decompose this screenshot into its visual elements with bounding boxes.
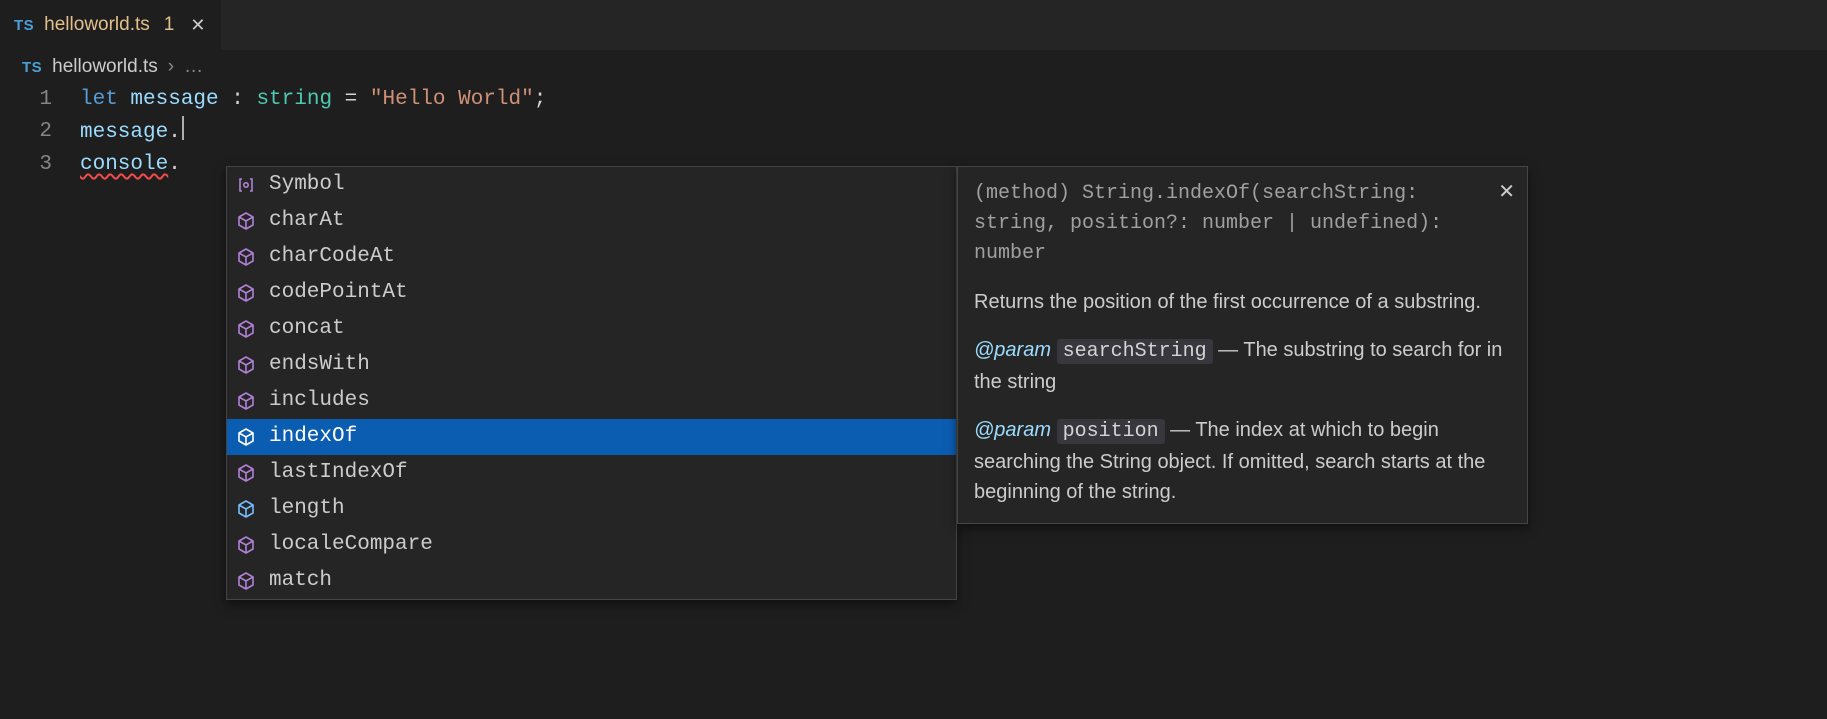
- tab-helloworld[interactable]: TS helloworld.ts 1 ✕: [0, 0, 222, 50]
- method-icon: [235, 210, 257, 232]
- method-icon: [235, 246, 257, 268]
- code-token: =: [332, 88, 370, 111]
- breadcrumb-ellipsis: …: [184, 56, 205, 78]
- suggestion-item-endswith[interactable]: endsWith: [227, 347, 956, 383]
- tab-dirty-indicator: 1: [164, 14, 175, 36]
- method-icon: [235, 534, 257, 556]
- code-content[interactable]: console.: [80, 149, 181, 181]
- method-icon: [235, 462, 257, 484]
- suggestion-label: length: [269, 494, 345, 524]
- code-content[interactable]: let message : string = "Hello World";: [80, 84, 546, 116]
- suggestion-item-charcodeat[interactable]: charCodeAt: [227, 239, 956, 275]
- ts-file-icon: TS: [22, 59, 42, 76]
- text-cursor: [182, 116, 184, 140]
- doc-param: @param searchString — The substring to s…: [974, 335, 1511, 397]
- tab-bar: TS helloworld.ts 1 ✕: [0, 0, 1827, 50]
- code-token: "Hello World": [370, 88, 534, 111]
- doc-param-tag: @param: [974, 339, 1051, 361]
- line-number: 3: [0, 149, 80, 181]
- method-icon: [235, 318, 257, 340]
- doc-param-name: position: [1057, 419, 1165, 444]
- line-number: 1: [0, 84, 80, 116]
- suggestion-item-match[interactable]: match: [227, 563, 956, 599]
- code-line[interactable]: 2message.: [0, 116, 1827, 149]
- close-icon[interactable]: ✕: [190, 15, 205, 36]
- suggestion-label: Symbol: [269, 170, 345, 200]
- property-icon: [235, 174, 257, 196]
- doc-description: Returns the position of the first occurr…: [974, 287, 1511, 317]
- suggestion-item-charat[interactable]: charAt: [227, 203, 956, 239]
- doc-param-desc: — The substring to search for in the str…: [974, 339, 1502, 393]
- doc-param-desc: — The index at which to begin searching …: [974, 419, 1485, 503]
- method-icon: [235, 426, 257, 448]
- code-token: :: [219, 88, 257, 111]
- suggestion-label: includes: [269, 386, 370, 416]
- suggestion-item-indexof[interactable]: indexOf: [227, 419, 956, 455]
- suggestion-label: endsWith: [269, 350, 370, 380]
- method-icon: [235, 282, 257, 304]
- doc-signature: (method) String.indexOf(searchString: st…: [974, 179, 1511, 269]
- intellisense-doc-panel: ✕ (method) String.indexOf(searchString: …: [957, 166, 1528, 524]
- code-token: message: [130, 88, 218, 111]
- suggestion-label: charCodeAt: [269, 242, 395, 272]
- code-token: let: [80, 88, 118, 111]
- code-token: [118, 88, 131, 111]
- doc-param-name: searchString: [1057, 339, 1213, 364]
- breadcrumb-file: helloworld.ts: [52, 56, 158, 78]
- chevron-right-icon: ›: [168, 56, 174, 78]
- intellisense-popup[interactable]: Symbol charAt charCodeAt codePointAt con…: [226, 166, 957, 600]
- suggestion-label: lastIndexOf: [269, 458, 408, 488]
- suggestion-label: concat: [269, 314, 345, 344]
- method-icon: [235, 570, 257, 592]
- line-number: 2: [0, 116, 80, 148]
- suggestion-item-lastindexof[interactable]: lastIndexOf: [227, 455, 956, 491]
- suggestion-label: codePointAt: [269, 278, 408, 308]
- code-line[interactable]: 1let message : string = "Hello World";: [0, 84, 1827, 116]
- code-content[interactable]: message.: [80, 116, 184, 149]
- suggestion-label: match: [269, 566, 332, 596]
- code-token: console: [80, 153, 168, 176]
- suggestion-item-codepointat[interactable]: codePointAt: [227, 275, 956, 311]
- close-icon[interactable]: ✕: [1498, 177, 1515, 207]
- doc-param-tag: @param: [974, 419, 1051, 441]
- code-token: message: [80, 121, 168, 144]
- suggestion-item-localecompare[interactable]: localeCompare: [227, 527, 956, 563]
- suggestion-item-length[interactable]: length: [227, 491, 956, 527]
- code-token: string: [256, 88, 332, 111]
- method-icon: [235, 354, 257, 376]
- suggestion-label: indexOf: [269, 422, 357, 452]
- field-icon: [235, 498, 257, 520]
- code-token: ;: [534, 88, 547, 111]
- doc-param: @param position — The index at which to …: [974, 415, 1511, 507]
- suggestion-label: localeCompare: [269, 530, 433, 560]
- suggestion-label: charAt: [269, 206, 345, 236]
- suggestion-item-concat[interactable]: concat: [227, 311, 956, 347]
- tab-filename: helloworld.ts: [44, 14, 150, 36]
- ts-file-icon: TS: [14, 17, 34, 34]
- breadcrumb[interactable]: TS helloworld.ts › …: [0, 50, 1827, 84]
- code-token: .: [168, 121, 181, 144]
- suggestion-item-symbol[interactable]: Symbol: [227, 167, 956, 203]
- suggestion-item-includes[interactable]: includes: [227, 383, 956, 419]
- code-token: .: [168, 153, 181, 176]
- method-icon: [235, 390, 257, 412]
